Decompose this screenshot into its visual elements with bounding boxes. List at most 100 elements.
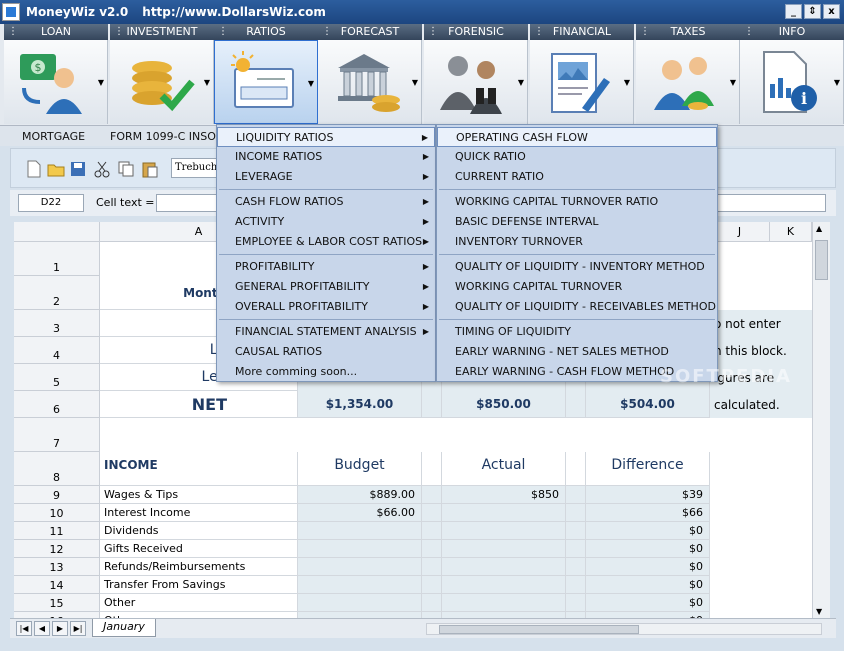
ribbon-loan[interactable]: ⋮ LOAN $ ▼ bbox=[4, 24, 108, 124]
spacer-cell[interactable] bbox=[566, 540, 586, 558]
new-file-icon[interactable] bbox=[25, 160, 43, 178]
ratios-menu-item[interactable]: FINANCIAL STATEMENT ANALYSIS ▶ bbox=[217, 322, 435, 342]
row-header[interactable]: 2 bbox=[14, 276, 100, 310]
income-difference-cell[interactable]: $0 bbox=[586, 558, 710, 576]
net-budget-value[interactable]: $1,354.00 bbox=[298, 391, 422, 418]
ribbon-forensic[interactable]: ⋮ FORENSIC ▼ bbox=[424, 24, 528, 124]
minimize-button[interactable]: _ bbox=[785, 4, 802, 19]
spacer-cell[interactable] bbox=[566, 576, 586, 594]
liquidity-submenu-item[interactable]: CURRENT RATIO bbox=[437, 167, 717, 187]
last-sheet-icon[interactable]: ▶| bbox=[70, 621, 86, 636]
ribbon-forecast[interactable]: ⋮ FORECAST ▼ bbox=[318, 24, 422, 124]
spacer-cell[interactable] bbox=[422, 558, 442, 576]
row-header[interactable]: 7 bbox=[14, 418, 100, 452]
spacer-cell[interactable] bbox=[422, 522, 442, 540]
spacer-cell[interactable] bbox=[566, 504, 586, 522]
ratios-menu-item[interactable]: OVERALL PROFITABILITY ▶ bbox=[217, 297, 435, 317]
vertical-scrollbar[interactable]: ▲ ▼ bbox=[812, 222, 830, 620]
chevron-down-icon[interactable]: ▼ bbox=[204, 78, 210, 87]
net-actual-value[interactable]: $850.00 bbox=[442, 391, 566, 418]
liquidity-submenu-item[interactable]: QUICK RATIO bbox=[437, 147, 717, 167]
prev-sheet-icon[interactable]: ◀ bbox=[34, 621, 50, 636]
liquidity-submenu-item[interactable]: QUALITY OF LIQUIDITY - RECEIVABLES METHO… bbox=[437, 297, 717, 317]
income-budget-cell[interactable]: $66.00 bbox=[298, 504, 422, 522]
open-folder-icon[interactable] bbox=[47, 160, 65, 178]
row-header[interactable]: 12 bbox=[14, 540, 100, 558]
row-header[interactable]: 10 bbox=[14, 504, 100, 522]
row-header[interactable]: 5 bbox=[14, 364, 100, 391]
ratios-menu-item[interactable]: PROFITABILITY ▶ bbox=[217, 257, 435, 277]
vertical-scroll-thumb[interactable] bbox=[815, 240, 828, 280]
liquidity-submenu-item[interactable]: EARLY WARNING - NET SALES METHOD bbox=[437, 342, 717, 362]
income-difference-cell[interactable]: $66 bbox=[586, 504, 710, 522]
liquidity-submenu-item[interactable]: TIMING OF LIQUIDITY bbox=[437, 322, 717, 342]
liquidity-submenu-item[interactable]: QUALITY OF LIQUIDITY - INVENTORY METHOD bbox=[437, 257, 717, 277]
income-actual-cell[interactable] bbox=[442, 594, 566, 612]
spacer-cell[interactable] bbox=[422, 504, 442, 522]
spacer-cell[interactable] bbox=[566, 594, 586, 612]
chevron-down-icon[interactable]: ▼ bbox=[834, 78, 840, 87]
scroll-up-icon[interactable]: ▲ bbox=[816, 224, 822, 233]
income-difference-cell[interactable]: $39 bbox=[586, 486, 710, 504]
spacer-cell[interactable] bbox=[566, 486, 586, 504]
net-difference-value[interactable]: $504.00 bbox=[586, 391, 710, 418]
ribbon-info[interactable]: ⋮ INFO i ▼ bbox=[740, 24, 844, 124]
row-header[interactable]: 8 bbox=[14, 452, 100, 486]
income-budget-cell[interactable] bbox=[298, 558, 422, 576]
income-actual-cell[interactable] bbox=[442, 540, 566, 558]
spacer-cell[interactable] bbox=[422, 486, 442, 504]
spacer-cell[interactable] bbox=[566, 452, 586, 486]
row-header[interactable]: 6 bbox=[14, 391, 100, 418]
ratios-menu-item[interactable]: ACTIVITY ▶ bbox=[217, 212, 435, 232]
chevron-down-icon[interactable]: ▼ bbox=[412, 78, 418, 87]
income-budget-cell[interactable] bbox=[298, 576, 422, 594]
spacer-cell[interactable] bbox=[422, 576, 442, 594]
income-actual-cell[interactable] bbox=[442, 558, 566, 576]
chevron-down-icon[interactable]: ▼ bbox=[518, 78, 524, 87]
income-difference-cell[interactable]: $0 bbox=[586, 576, 710, 594]
tab-form-1099c[interactable]: FORM 1099-C INSOLV bbox=[110, 130, 228, 143]
row-header[interactable]: 4 bbox=[14, 337, 100, 364]
ribbon-ratios[interactable]: ⋮ RATIOS ▼ bbox=[214, 24, 318, 124]
income-budget-cell[interactable]: $889.00 bbox=[298, 486, 422, 504]
liquidity-submenu-item[interactable]: INVENTORY TURNOVER bbox=[437, 232, 717, 252]
row-header[interactable]: 14 bbox=[14, 576, 100, 594]
ratios-menu-item[interactable]: CASH FLOW RATIOS ▶ bbox=[217, 192, 435, 212]
ratios-menu-item[interactable]: EMPLOYEE & LABOR COST RATIOS ▶ bbox=[217, 232, 435, 252]
chevron-down-icon[interactable]: ▼ bbox=[98, 78, 104, 87]
sheet-tab-january[interactable]: January bbox=[92, 619, 156, 637]
liquidity-submenu-item[interactable]: BASIC DEFENSE INTERVAL bbox=[437, 212, 717, 232]
ratios-menu-item[interactable]: INCOME RATIOS ▶ bbox=[217, 147, 435, 167]
liquidity-submenu-item[interactable]: OPERATING CASH FLOW bbox=[437, 127, 717, 147]
row-header[interactable]: 13 bbox=[14, 558, 100, 576]
ratios-menu-item[interactable]: More comming soon... bbox=[217, 362, 435, 382]
chevron-down-icon[interactable]: ▼ bbox=[730, 78, 736, 87]
paste-icon[interactable] bbox=[141, 160, 159, 178]
income-budget-cell[interactable] bbox=[298, 594, 422, 612]
column-header-j[interactable]: J bbox=[710, 222, 770, 242]
chevron-down-icon[interactable]: ▼ bbox=[308, 79, 314, 88]
income-actual-cell[interactable]: $850 bbox=[442, 486, 566, 504]
row-header[interactable]: 3 bbox=[14, 310, 100, 337]
close-button[interactable]: x bbox=[823, 4, 840, 19]
ratios-menu-item[interactable]: LIQUIDITY RATIOS ▶ bbox=[217, 127, 435, 147]
income-actual-cell[interactable] bbox=[442, 576, 566, 594]
column-header-k[interactable]: K bbox=[770, 222, 812, 242]
scroll-down-icon[interactable]: ▼ bbox=[816, 607, 822, 616]
cell-reference[interactable]: D22 bbox=[18, 194, 84, 212]
row-header[interactable]: 15 bbox=[14, 594, 100, 612]
spacer-cell[interactable] bbox=[422, 452, 442, 486]
income-actual-cell[interactable] bbox=[442, 504, 566, 522]
restore-button[interactable]: ⇕ bbox=[804, 4, 821, 19]
ratios-menu-item[interactable]: GENERAL PROFITABILITY ▶ bbox=[217, 277, 435, 297]
ratios-menu-item[interactable]: LEVERAGE ▶ bbox=[217, 167, 435, 187]
income-budget-cell[interactable] bbox=[298, 522, 422, 540]
spacer-cell[interactable] bbox=[422, 540, 442, 558]
spacer-cell[interactable] bbox=[566, 522, 586, 540]
cut-icon[interactable] bbox=[93, 160, 111, 178]
ribbon-financial[interactable]: ⋮ FINANCIAL ▼ bbox=[530, 24, 634, 124]
horizontal-scrollbar[interactable] bbox=[426, 623, 822, 635]
income-difference-cell[interactable]: $0 bbox=[586, 522, 710, 540]
row-header[interactable]: 9 bbox=[14, 486, 100, 504]
row-header[interactable]: 11 bbox=[14, 522, 100, 540]
